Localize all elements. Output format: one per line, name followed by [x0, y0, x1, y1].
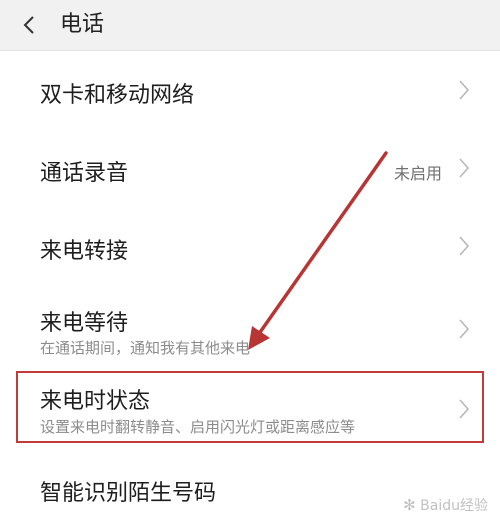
chevron-right-icon	[459, 80, 470, 100]
row-value: 未启用	[393, 164, 442, 183]
row-label: 通话录音	[40, 161, 129, 186]
watermark: ✻ Baidu经验	[403, 495, 488, 515]
annotation-highlight-box	[16, 371, 484, 443]
row-description: 在通话期间，通知我有其他来电	[40, 339, 251, 357]
row-dual-sim-network[interactable]: 双卡和移动网络	[0, 51, 500, 129]
back-arrow-icon[interactable]	[18, 13, 42, 37]
page-title: 电话	[60, 12, 105, 37]
watermark-paw-icon: ✻	[403, 496, 416, 514]
chevron-right-icon	[459, 158, 470, 178]
row-call-forwarding[interactable]: 来电转接	[0, 207, 500, 285]
row-call-waiting[interactable]: 来电等待 在通话期间，通知我有其他来电	[0, 285, 500, 369]
row-call-recording[interactable]: 通话录音 未启用	[0, 129, 500, 207]
chevron-right-icon	[459, 319, 470, 339]
row-label: 智能识别陌生号码	[40, 481, 217, 506]
watermark-text: Baidu经验	[420, 498, 488, 514]
row-label: 双卡和移动网络	[40, 83, 195, 108]
row-label: 来电等待	[40, 311, 129, 336]
row-label: 来电转接	[40, 239, 129, 264]
title-bar: 电话	[0, 0, 500, 51]
chevron-right-icon	[459, 236, 470, 256]
